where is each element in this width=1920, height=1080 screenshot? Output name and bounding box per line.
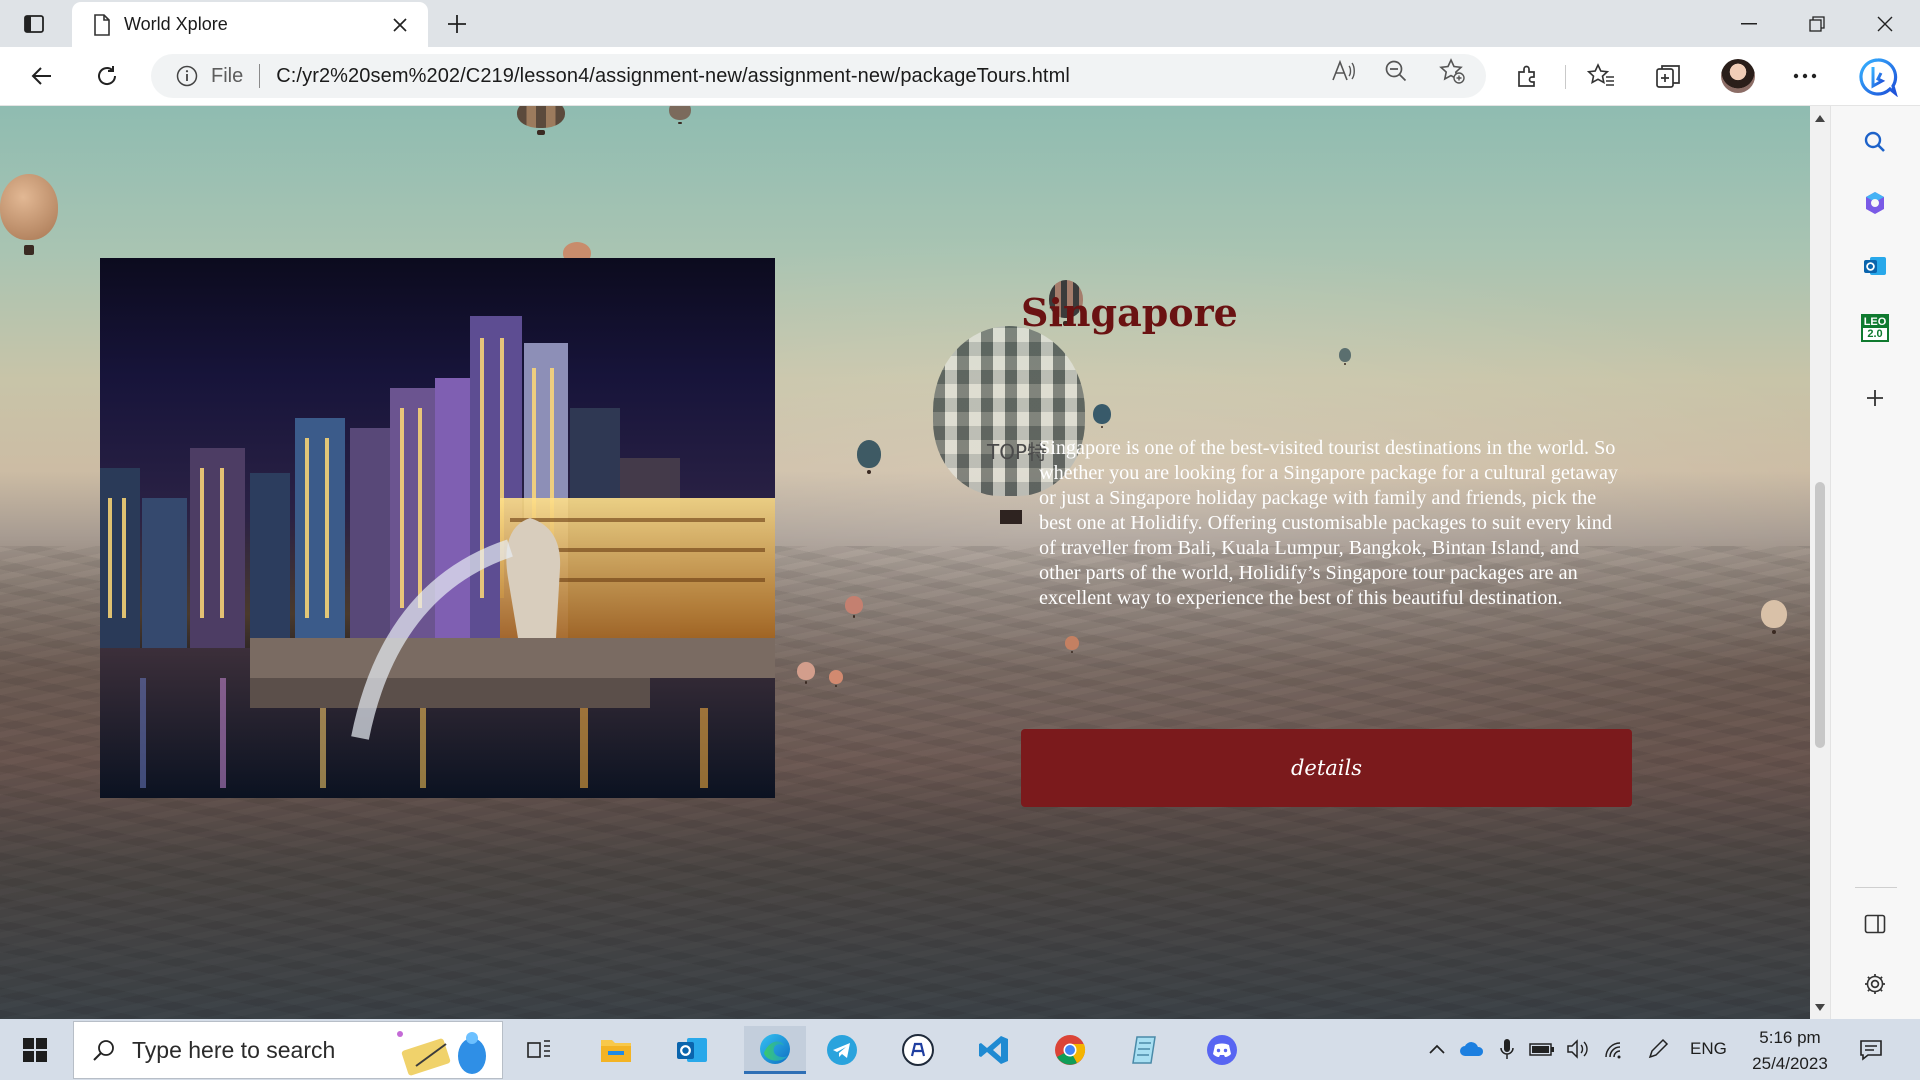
windows-start-icon[interactable] <box>14 1031 56 1069</box>
scroll-down-icon[interactable] <box>1814 1001 1826 1013</box>
balloon-decoration <box>1093 404 1111 429</box>
clock-time: 5:16 pm <box>1759 1028 1821 1047</box>
leo-extension-icon[interactable]: LEO 2.0 <box>1853 306 1897 350</box>
onedrive-icon[interactable] <box>1459 1036 1485 1062</box>
telegram-icon[interactable] <box>818 1026 866 1074</box>
scrollbar-thumb[interactable] <box>1815 482 1825 748</box>
tab-strip: World Xplore <box>0 0 1920 47</box>
close-window-icon[interactable] <box>1850 0 1920 47</box>
windows-taskbar: Type here to search ENG 5:16 pm 25/4/202… <box>0 1019 1920 1080</box>
destination-heading: Singapore <box>1021 290 1238 335</box>
tab-world-xplore[interactable]: World Xplore <box>72 2 428 47</box>
document-icon <box>90 13 114 37</box>
battery-icon[interactable] <box>1529 1036 1555 1062</box>
balloon-decoration <box>1761 600 1787 635</box>
balloon-decoration <box>1065 636 1079 654</box>
singapore-photo <box>100 258 775 798</box>
chrome-icon[interactable] <box>1046 1026 1094 1074</box>
edge-icon[interactable] <box>744 1026 806 1074</box>
clock-app-icon[interactable] <box>894 1026 942 1074</box>
balloon-decoration <box>517 106 565 135</box>
discord-icon[interactable] <box>1198 1026 1246 1074</box>
add-favorite-icon[interactable] <box>1438 57 1466 85</box>
close-tab-icon[interactable] <box>390 15 410 35</box>
show-hidden-icons-icon[interactable] <box>1424 1036 1450 1062</box>
search-icon <box>90 1036 118 1064</box>
toolbar-divider <box>1565 65 1566 89</box>
balloon-decoration <box>797 662 815 684</box>
info-icon[interactable] <box>175 64 199 88</box>
outlook-sidebar-icon[interactable] <box>1853 244 1897 288</box>
navigation-bar: File C:/yr2%20sem%202/C219/lesson4/assig… <box>0 47 1920 106</box>
minimize-icon[interactable] <box>1714 0 1784 47</box>
hide-sidebar-icon[interactable] <box>1853 902 1897 946</box>
tab-title: World Xplore <box>124 14 228 34</box>
wifi-icon[interactable] <box>1602 1036 1628 1062</box>
language-indicator[interactable]: ENG <box>1690 1039 1727 1059</box>
background-balloon-landscape: TOP特 Singapore Singapore is one of the b… <box>0 106 1810 1019</box>
zoom-out-icon[interactable] <box>1382 57 1410 85</box>
profile-avatar[interactable] <box>1721 59 1755 93</box>
tab-actions-icon[interactable] <box>14 10 54 38</box>
clock-date: 25/4/2023 <box>1752 1054 1828 1073</box>
sidebar-divider <box>1855 887 1897 888</box>
volume-icon[interactable] <box>1565 1036 1591 1062</box>
extensions-icon[interactable] <box>1510 58 1546 94</box>
search-placeholder: Type here to search <box>132 1036 336 1063</box>
address-url[interactable]: C:/yr2%20sem%202/C219/lesson4/assignment… <box>276 65 1486 88</box>
read-aloud-icon[interactable] <box>1330 57 1358 85</box>
favorites-icon[interactable] <box>1583 58 1619 94</box>
leo-badge-line2: 2.0 <box>1863 328 1887 340</box>
notepad-icon[interactable] <box>1122 1026 1170 1074</box>
edge-sidebar: LEO 2.0 <box>1830 106 1920 1019</box>
more-options-icon[interactable] <box>1787 58 1823 94</box>
microphone-icon[interactable] <box>1494 1036 1520 1062</box>
search-icon[interactable] <box>1853 120 1897 164</box>
back-icon[interactable] <box>24 58 60 94</box>
file-explorer-icon[interactable] <box>592 1026 640 1074</box>
system-clock[interactable]: 5:16 pm 25/4/2023 <box>1740 1025 1840 1077</box>
page-viewport: TOP特 Singapore Singapore is one of the b… <box>0 106 1810 1019</box>
outlook-icon[interactable] <box>668 1026 716 1074</box>
task-view-icon[interactable] <box>516 1026 564 1074</box>
balloon-decoration <box>669 106 691 125</box>
details-button[interactable]: details <box>1021 729 1632 807</box>
new-tab-icon[interactable] <box>442 9 472 39</box>
restore-icon[interactable] <box>1782 0 1852 47</box>
address-scheme: File <box>211 64 244 87</box>
address-bar[interactable]: File C:/yr2%20sem%202/C219/lesson4/assig… <box>151 54 1486 98</box>
refresh-icon[interactable] <box>89 58 125 94</box>
discover-icon[interactable] <box>1853 181 1897 225</box>
vscode-icon[interactable] <box>970 1026 1018 1074</box>
address-separator <box>259 64 261 88</box>
taskbar-search-box[interactable]: Type here to search <box>73 1021 503 1079</box>
balloon-decoration <box>857 440 881 475</box>
singapore-skyline-image <box>100 316 775 798</box>
notifications-icon[interactable] <box>1851 1033 1891 1067</box>
bing-chat-icon[interactable] <box>1855 54 1901 100</box>
page-scrollbar[interactable] <box>1810 106 1830 1019</box>
balloon-decoration <box>829 670 843 688</box>
collections-icon[interactable] <box>1650 58 1686 94</box>
pen-icon[interactable] <box>1645 1036 1671 1062</box>
balloon-decoration <box>0 174 58 255</box>
large-balloon-basket <box>1000 510 1022 524</box>
settings-gear-icon[interactable] <box>1853 962 1897 1006</box>
add-sidebar-app-icon[interactable] <box>1853 376 1897 420</box>
search-highlight-illustration <box>397 1031 486 1076</box>
destination-description: Singapore is one of the best-visited tou… <box>1039 437 1619 609</box>
balloon-decoration <box>845 596 863 618</box>
scroll-up-icon[interactable] <box>1814 112 1826 124</box>
leo-badge-line1: LEO <box>1863 316 1887 328</box>
balloon-decoration <box>1339 348 1351 366</box>
